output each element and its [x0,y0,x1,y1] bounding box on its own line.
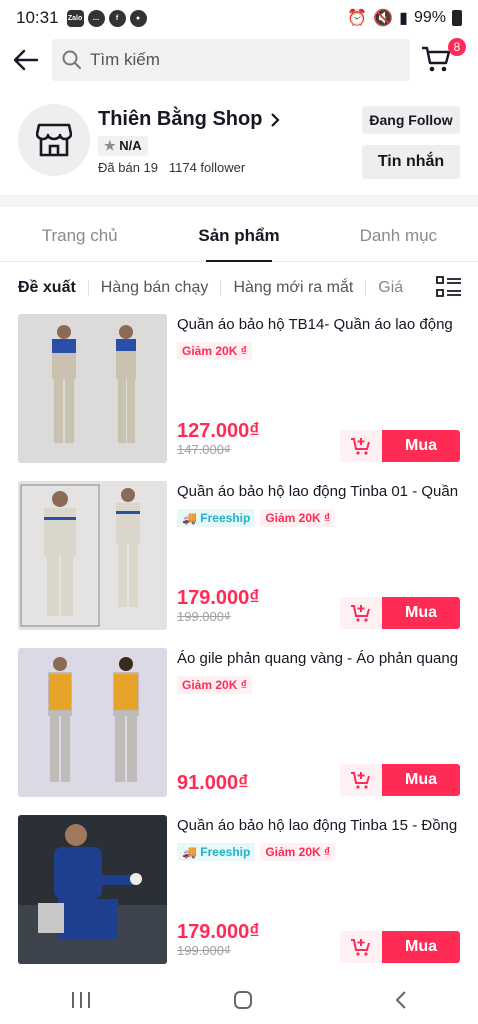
shop-tabs: Trang chủ Sản phẩm Danh mục [0,210,478,262]
buy-button[interactable]: Mua [382,931,460,963]
product-name[interactable]: Quần áo bảo hộ TB14- Quần áo lao động [177,316,460,333]
product-name[interactable]: Quần áo bảo hộ lao động Tinba 01 - Quần [177,483,460,500]
shop-rating: ★ N/A [98,136,148,156]
product-name[interactable]: Áo gile phản quang vàng - Áo phản quang [177,650,460,667]
add-to-cart-button[interactable] [340,430,382,462]
discount-tag: Giảm 20K ₫ [177,342,252,360]
cart-plus-icon [351,605,370,622]
shop-name: Thiên Bằng Shop [98,108,263,130]
cart-badge: 8 [448,38,466,56]
discount-tag: Giảm 20K ₫ [260,509,336,527]
battery-icon [452,10,462,26]
star-icon: ★ [104,138,116,153]
freeship-tag: 🚚 Freeship [177,509,256,527]
shop-followers: 1174 follower [168,160,246,175]
shop-stats: Đã bán 19 1174 follower [98,160,245,175]
arrow-left-icon [13,49,39,71]
chat-icon: … [87,9,105,27]
store-icon [36,123,72,157]
buy-button[interactable]: Mua [382,597,460,629]
cart-plus-icon [351,939,370,956]
original-price: 147.000₫ [177,442,231,457]
recent-apps-icon[interactable] [70,991,92,1009]
search-placeholder: Tìm kiếm [90,50,160,69]
tab-home[interactable]: Trang chủ [0,210,159,261]
product-price: 179.000₫ [177,921,260,943]
product-card[interactable]: Quần áo bảo hộ lao động Tinba 15 - Đồng … [18,815,460,965]
freeship-label: Freeship [200,845,251,859]
tab-categories[interactable]: Danh mục [319,210,478,261]
product-name[interactable]: Quần áo bảo hộ lao động Tinba 15 - Đồng [177,817,460,834]
cart-plus-icon [351,772,370,789]
buy-button[interactable]: Mua [382,764,460,796]
filter-new-arrivals[interactable]: Hàng mới ra mắt [221,280,367,296]
search-input[interactable]: Tìm kiếm [52,39,410,81]
product-tags: 🚚 Freeship Giảm 20K ₫ [177,509,336,527]
product-card[interactable]: Quần áo bảo hộ lao động Tinba 01 - Quần … [18,481,460,631]
product-image[interactable] [18,815,167,964]
discount-tag: Giảm 20K ₫ [177,676,252,694]
list-grid-icon [436,276,461,297]
shop-sold: Đã bán 19 [98,160,158,175]
battery-level: 99% [413,9,446,26]
add-to-cart-button[interactable] [340,931,382,963]
workwear-photo [18,314,167,463]
system-nav-bar [0,976,478,1024]
vest-photo [18,648,167,797]
product-image[interactable] [18,314,167,463]
product-price: 91.000₫ [177,772,249,794]
shop-avatar[interactable] [18,104,90,176]
buy-button[interactable]: Mua [382,430,460,462]
status-bar: 10:31 Zalo … f ● ⏰ 🔇 ▮ 99% [0,0,478,36]
discount-tag: Giảm 20K ₫ [260,843,336,861]
product-image[interactable] [18,481,167,630]
add-to-cart-button[interactable] [340,764,382,796]
search-icon [62,50,81,69]
original-price: 199.000₫ [177,943,231,958]
worker-photo [18,815,167,964]
layout-toggle-button[interactable] [436,276,464,300]
truck-icon: 🚚 [182,845,197,859]
product-tags: 🚚 Freeship Giảm 20K ₫ [177,843,336,861]
product-tags: Giảm 20K ₫ [177,676,252,694]
header: Tìm kiếm 8 [0,38,478,82]
chevron-right-icon [271,112,280,127]
following-button[interactable]: Đang Follow [362,106,460,134]
shop-info: Thiên Bằng Shop ★ N/A Đã bán 19 1174 fol… [18,104,460,184]
workwear-photo [18,481,167,630]
location-icon: ● [129,9,147,27]
zalo-icon: Zalo [66,9,84,27]
freeship-tag: 🚚 Freeship [177,843,256,861]
system-back-icon[interactable] [394,990,408,1010]
alarm-icon: ⏰ [347,10,368,27]
product-card[interactable]: Áo gile phản quang vàng - Áo phản quang … [18,648,460,798]
cart-button[interactable]: 8 [420,38,466,78]
original-price: 199.000₫ [177,609,231,624]
sort-filters: Đề xuất Hàng bán chạy Hàng mới ra mắt Gi… [0,268,478,308]
signal-icon: ▮ [399,10,408,27]
tab-products[interactable]: Sản phẩm [159,210,318,261]
shop-name-link[interactable]: Thiên Bằng Shop [98,108,280,131]
cart-plus-icon [351,438,370,455]
freeship-label: Freeship [200,511,251,525]
back-button[interactable] [0,38,52,82]
filter-best-selling[interactable]: Hàng bán chạy [89,280,222,296]
facebook-icon: f [108,9,126,27]
product-card[interactable]: Quần áo bảo hộ TB14- Quần áo lao động Gi… [18,314,460,464]
truck-icon: 🚚 [182,511,197,525]
product-price: 179.000₫ [177,587,260,609]
product-image[interactable] [18,648,167,797]
message-button[interactable]: Tin nhắn [362,145,460,179]
filter-recommended[interactable]: Đề xuất [18,280,89,296]
product-price: 127.000₫ [177,420,260,442]
mute-icon: 🔇 [373,10,394,27]
rating-value: N/A [119,138,142,153]
section-divider [0,195,478,207]
product-tags: Giảm 20K ₫ [177,342,252,360]
filter-price[interactable]: Giá [366,280,415,296]
add-to-cart-button[interactable] [340,597,382,629]
status-time: 10:31 [16,8,59,27]
home-icon[interactable] [233,990,253,1010]
